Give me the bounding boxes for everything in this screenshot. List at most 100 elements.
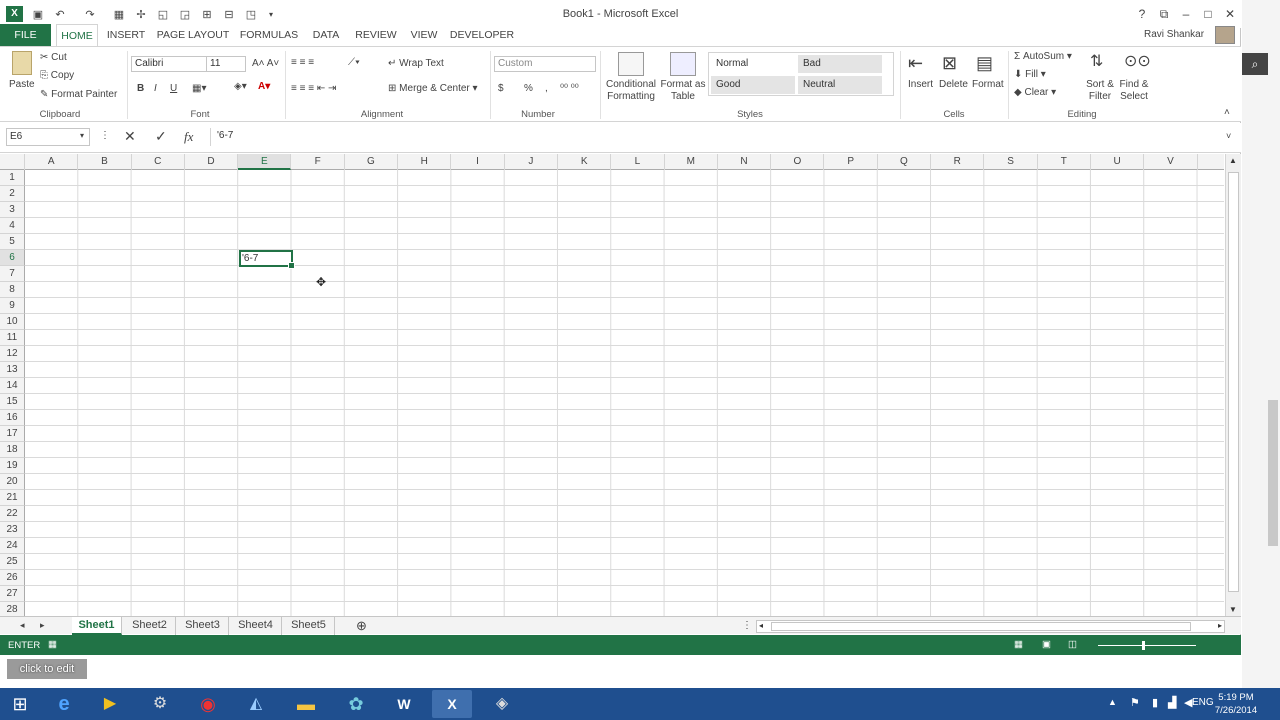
row-header-12[interactable]: 12 (0, 346, 25, 362)
ie-icon[interactable]: e (44, 690, 84, 718)
tab-insert[interactable]: INSERT (104, 24, 148, 46)
column-header-p[interactable]: P (825, 154, 878, 170)
format-cells-button[interactable]: Format (972, 79, 1004, 90)
next-sheet-icon[interactable]: ▸ (40, 620, 45, 631)
paint-icon[interactable]: ✿ (336, 690, 376, 718)
column-header-g[interactable]: G (345, 154, 399, 170)
style-bad[interactable]: Bad (798, 55, 882, 73)
italic-button[interactable]: I (154, 83, 157, 94)
wrap-text-button[interactable]: ↵ Wrap Text (388, 58, 444, 69)
row-header-5[interactable]: 5 (0, 234, 25, 250)
row-header-8[interactable]: 8 (0, 282, 25, 298)
page-break-view-icon[interactable]: ◫ (1068, 639, 1077, 650)
row-header-18[interactable]: 18 (0, 442, 25, 458)
row-header-9[interactable]: 9 (0, 298, 25, 314)
insert-cells-icon[interactable]: ⇤ (908, 53, 923, 74)
row-header-16[interactable]: 16 (0, 410, 25, 426)
tab-review[interactable]: REVIEW (353, 24, 399, 46)
conditional-formatting-button[interactable]: Conditional Formatting (604, 79, 658, 103)
collapse-ribbon-icon[interactable]: ˄ (1224, 107, 1230, 118)
chrome-icon[interactable]: ◉ (188, 690, 228, 718)
font-color-icon[interactable]: A▾ (258, 81, 270, 92)
column-header-c[interactable]: C (132, 154, 185, 170)
row-header-14[interactable]: 14 (0, 378, 25, 394)
conditional-formatting-icon[interactable] (618, 52, 644, 76)
row-header-3[interactable]: 3 (0, 202, 25, 218)
sort-filter-button[interactable]: Sort & Filter (1082, 79, 1118, 103)
help-button[interactable]: ? (1132, 6, 1152, 22)
click-to-edit-overlay[interactable]: click to edit (7, 659, 87, 679)
column-header-j[interactable]: J (505, 154, 558, 170)
currency-button[interactable]: $ (498, 83, 504, 94)
tab-home[interactable]: HOME (56, 24, 98, 47)
column-header-s[interactable]: S (984, 154, 1038, 170)
row-header-25[interactable]: 25 (0, 554, 25, 570)
background-scrollbar[interactable] (1268, 400, 1278, 546)
tab-formulas[interactable]: FORMULAS (238, 24, 300, 46)
insert-function-button[interactable]: fx (184, 129, 193, 145)
column-header-v[interactable]: V (1144, 154, 1198, 170)
column-header-l[interactable]: L (611, 154, 665, 170)
clear-button[interactable]: ◆ Clear ▾ (1014, 87, 1056, 98)
row-header-27[interactable]: 27 (0, 586, 25, 602)
excel-taskbar-icon[interactable]: X (432, 690, 472, 718)
row-header-4[interactable]: 4 (0, 218, 25, 234)
word-icon[interactable]: W (384, 690, 424, 718)
style-neutral[interactable]: Neutral (798, 76, 882, 94)
avatar[interactable] (1215, 26, 1235, 44)
row-header-7[interactable]: 7 (0, 266, 25, 282)
scroll-left-icon[interactable]: ◂ (759, 621, 763, 630)
row-header-19[interactable]: 19 (0, 458, 25, 474)
horizontal-scroll-thumb[interactable] (771, 622, 1191, 631)
row-header-6[interactable]: 6 (0, 250, 25, 266)
search-icon[interactable]: ⌕ (1242, 53, 1268, 75)
column-header-b[interactable]: B (78, 154, 132, 170)
settings-icon[interactable]: ⚙ (140, 690, 180, 718)
scroll-right-icon[interactable]: ▸ (1218, 621, 1222, 630)
vertical-scrollbar[interactable]: ▲ ▼ (1225, 154, 1241, 616)
format-as-table-button[interactable]: Format as Table (660, 79, 706, 103)
style-good[interactable]: Good (711, 76, 795, 94)
row-header-21[interactable]: 21 (0, 490, 25, 506)
clock[interactable]: 5:19 PM 7/26/2014 (1198, 691, 1274, 717)
column-header-r[interactable]: R (931, 154, 985, 170)
percent-button[interactable]: % (524, 83, 533, 94)
align-icons[interactable]: ≡ ≡ ≡ ⇤ ⇥ (291, 83, 336, 94)
media-player-icon[interactable]: ▶ (90, 690, 130, 718)
orientation-icon[interactable]: ⟋▾ (348, 57, 360, 68)
number-format-select[interactable]: Custom (494, 56, 596, 72)
style-normal[interactable]: Normal (711, 55, 795, 73)
column-header-u[interactable]: U (1091, 154, 1145, 170)
app-icon[interactable]: ◭ (236, 690, 276, 718)
scroll-down-icon[interactable]: ▼ (1229, 605, 1237, 614)
expand-formula-bar-icon[interactable]: ˅ (1226, 131, 1231, 141)
horizontal-scrollbar[interactable]: ◂ ▸ (756, 620, 1225, 633)
column-header-e[interactable]: E (238, 154, 292, 170)
sort-filter-icon[interactable]: ⇅ (1090, 51, 1103, 71)
sheet-tab-sheet5[interactable]: Sheet5 (283, 617, 335, 635)
font-name-select[interactable]: Calibri (131, 56, 207, 72)
row-header-23[interactable]: 23 (0, 522, 25, 538)
underline-button[interactable]: U (170, 83, 177, 94)
comma-button[interactable]: , (545, 83, 548, 94)
formula-input[interactable]: '6-7 (210, 128, 1230, 146)
row-header-22[interactable]: 22 (0, 506, 25, 522)
macro-record-icon[interactable]: ▦ (48, 639, 57, 650)
vertical-scroll-thumb[interactable] (1228, 172, 1239, 592)
autosum-button[interactable]: Σ AutoSum ▾ (1014, 51, 1072, 62)
tab-view[interactable]: VIEW (406, 24, 442, 46)
name-box[interactable]: E6 (6, 128, 90, 146)
cancel-entry-button[interactable]: ✕ (124, 128, 136, 145)
fill-button[interactable]: ⬇ Fill ▾ (1014, 69, 1046, 80)
file-explorer-icon[interactable]: ▬ (286, 690, 326, 718)
tab-page-layout[interactable]: PAGE LAYOUT (156, 24, 230, 46)
network-icon[interactable]: ▟ (1168, 696, 1176, 709)
row-header-15[interactable]: 15 (0, 394, 25, 410)
tab-file[interactable]: FILE (0, 24, 51, 46)
border-icon[interactable]: ▦▾ (192, 83, 206, 94)
minimize-button[interactable]: – (1176, 6, 1196, 22)
tab-developer[interactable]: DEVELOPER (449, 24, 515, 46)
row-header-10[interactable]: 10 (0, 314, 25, 330)
new-sheet-icon[interactable]: ⊕ (356, 618, 367, 634)
active-cell-e6[interactable]: '6-7 (239, 250, 295, 269)
